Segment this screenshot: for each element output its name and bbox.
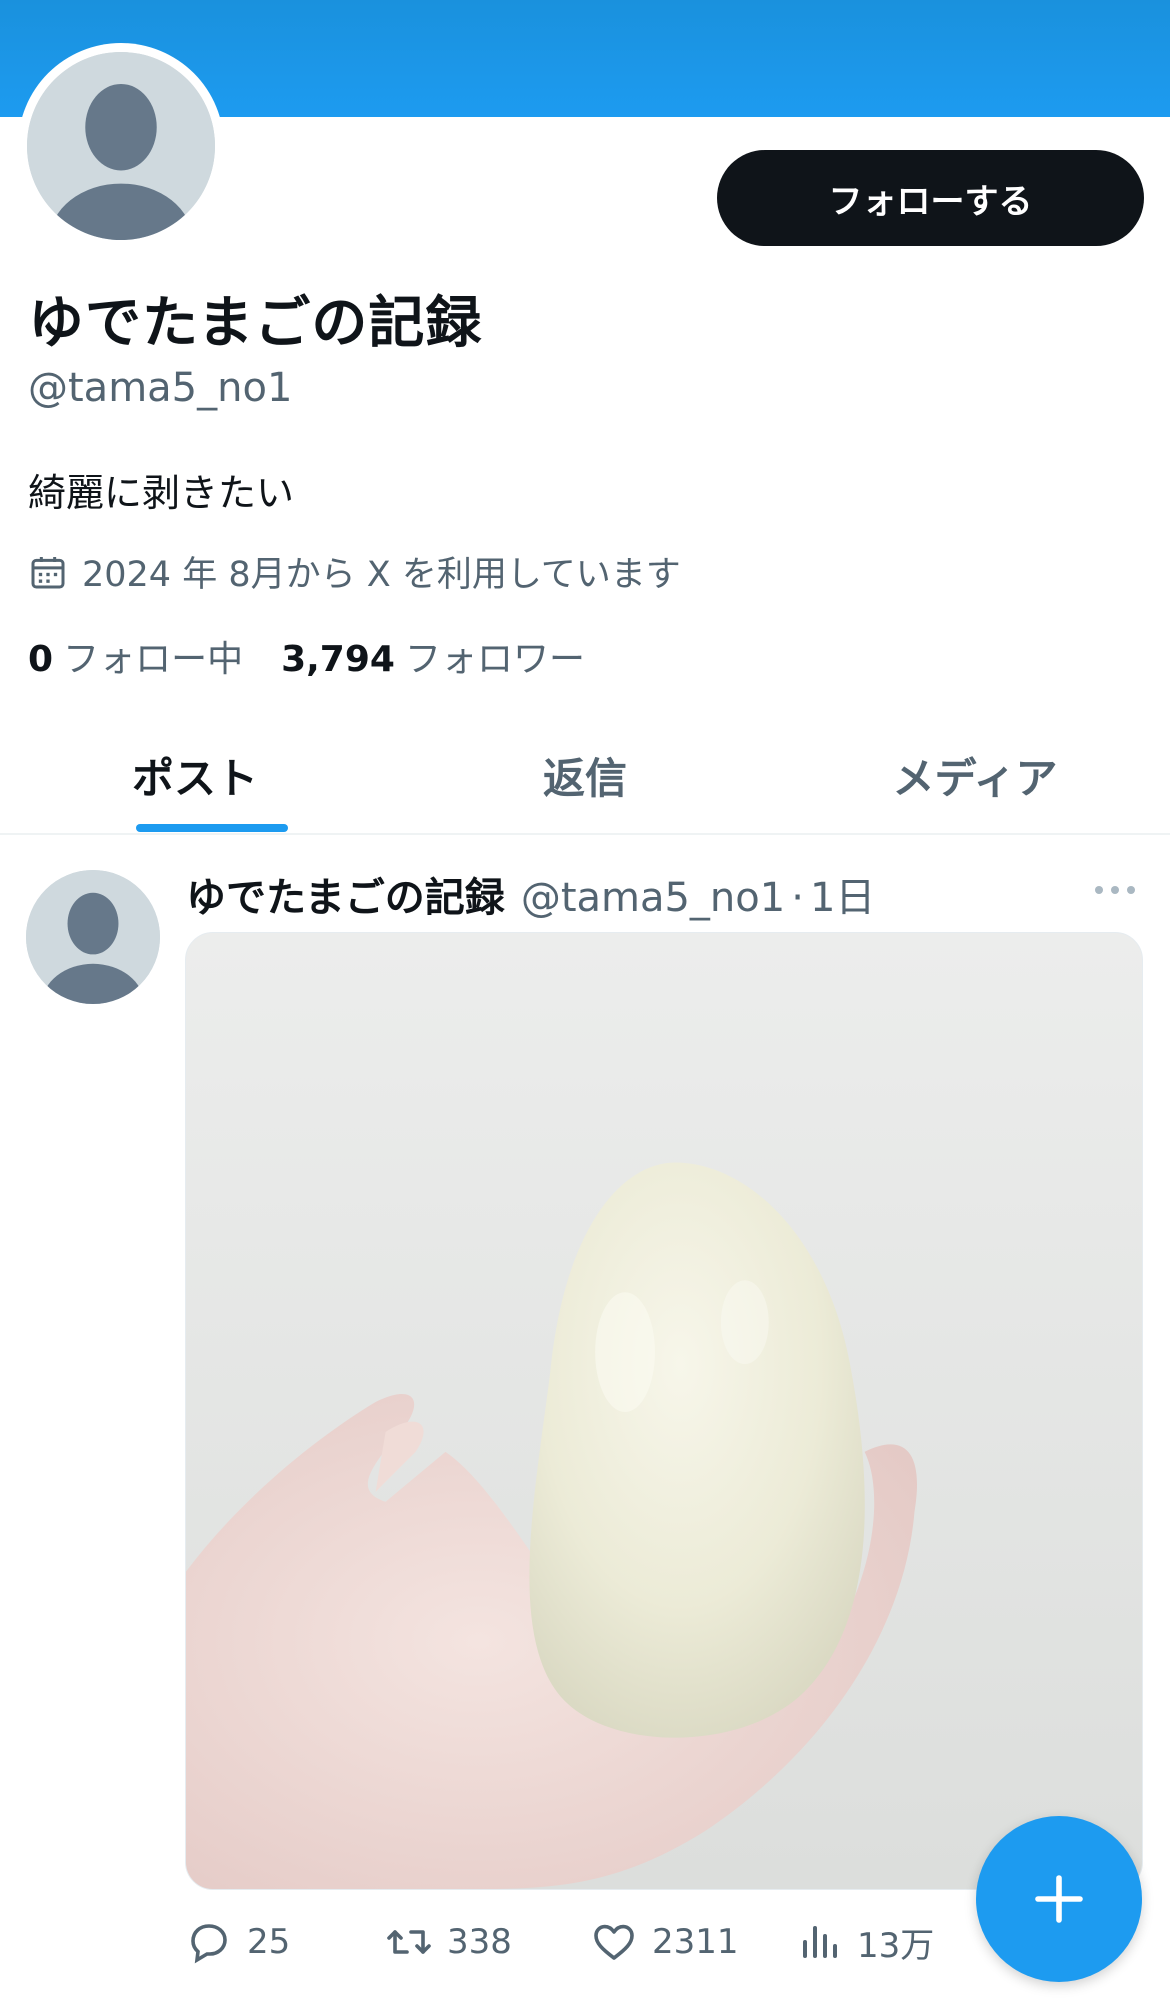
join-date-text: 2024 年 8月から X を利用しています — [82, 555, 681, 595]
tweet-separator: · — [791, 875, 804, 921]
tweet-header: ゆでたまごの記録 @tama5_no1 · 1日 — [186, 865, 875, 923]
following-label: フォロー中 — [63, 639, 244, 680]
tweet-author-handle[interactable]: @tama5_no1 — [521, 875, 785, 921]
following-link[interactable]: 0 フォロー中 — [28, 630, 243, 682]
retweet-count: 338 — [447, 1922, 512, 1962]
active-tab-indicator — [136, 824, 288, 832]
tweet-media-image[interactable] — [185, 932, 1143, 1890]
follow-button[interactable]: フォローする — [717, 150, 1144, 246]
reply-count: 25 — [247, 1922, 291, 1962]
tab-posts[interactable]: ポスト — [0, 718, 390, 833]
tab-media[interactable]: メディア — [780, 718, 1170, 833]
profile-display-name: ゆでたまごの記録 — [28, 291, 483, 356]
join-date-row: 2024 年 8月から X を利用しています — [28, 546, 681, 597]
views-count: 13万 — [857, 1925, 935, 1966]
retweet-icon — [387, 1930, 431, 1954]
default-avatar-icon — [27, 52, 215, 240]
views-button[interactable]: 13万 — [795, 1912, 934, 1972]
followers-count: 3,794 — [281, 639, 395, 680]
profile-tabs: ポスト 返信 メディア — [0, 718, 1170, 835]
like-button[interactable]: 2311 — [590, 1912, 739, 1972]
heart-icon — [594, 1924, 634, 1960]
reply-button[interactable]: 25 — [185, 1912, 290, 1972]
retweet-button[interactable]: 338 — [385, 1912, 512, 1972]
more-horizontal-icon[interactable] — [1092, 880, 1138, 900]
plus-icon — [1035, 1875, 1083, 1923]
reply-icon — [191, 1924, 227, 1964]
compose-post-button[interactable] — [976, 1816, 1142, 1982]
tweet-author-avatar[interactable] — [26, 870, 160, 1004]
profile-bio: 綺麗に剥きたい — [28, 471, 295, 515]
views-bar-chart-icon — [803, 1926, 837, 1958]
peeled-boiled-egg-photo — [186, 933, 1142, 1889]
following-count: 0 — [28, 639, 54, 680]
follow-stats: 0 フォロー中 3,794 フォロワー — [28, 630, 585, 682]
profile-avatar[interactable] — [18, 43, 224, 249]
followers-link[interactable]: 3,794 フォロワー — [281, 630, 585, 682]
tab-replies[interactable]: 返信 — [390, 718, 780, 833]
followers-label: フォロワー — [404, 639, 585, 680]
like-count: 2311 — [652, 1922, 739, 1962]
calendar-icon — [28, 552, 68, 592]
profile-handle: @tama5_no1 — [28, 365, 293, 411]
tweet-timestamp[interactable]: 1日 — [810, 865, 875, 923]
tweet-author-name[interactable]: ゆでたまごの記録 — [186, 865, 505, 923]
default-avatar-icon — [26, 870, 160, 1004]
